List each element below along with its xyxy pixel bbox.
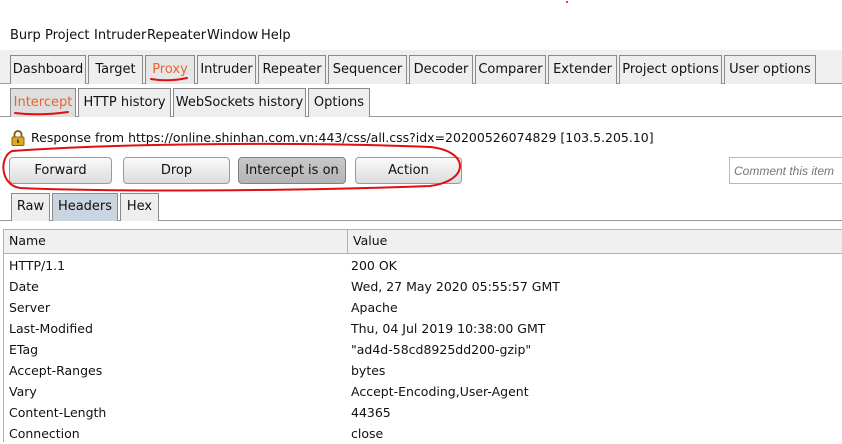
table-header: Name Value (4, 230, 842, 254)
header-name: Last-Modified (9, 321, 93, 336)
header-value: 200 OK (351, 258, 397, 273)
drop-button[interactable]: Drop (123, 157, 230, 184)
tab-decoder[interactable]: Decoder (409, 55, 473, 84)
table-row[interactable]: Accept-Ranges bytes (4, 360, 842, 381)
header-name: ETag (9, 342, 39, 357)
tab-headers[interactable]: Headers (52, 193, 118, 221)
table-row[interactable]: Content-Length 44365 (4, 402, 842, 423)
menu-intruder[interactable]: Intruder (94, 28, 146, 43)
comment-field[interactable] (729, 157, 842, 184)
header-name: Date (9, 279, 39, 294)
header-value: 44365 (351, 405, 391, 420)
tab-repeater[interactable]: Repeater (258, 55, 326, 84)
action-button[interactable]: Action (355, 157, 462, 184)
headers-table: Name Value HTTP/1.1 200 OK Date Wed, 27 … (3, 229, 842, 442)
tab-websockets-history[interactable]: WebSockets history (173, 88, 306, 117)
menu-help[interactable]: Help (261, 28, 291, 43)
table-row[interactable]: HTTP/1.1 200 OK (4, 255, 842, 276)
table-row[interactable]: Date Wed, 27 May 2020 05:55:57 GMT (4, 276, 842, 297)
header-name: Content-Length (9, 405, 107, 420)
tab-target[interactable]: Target (88, 55, 143, 84)
message-view-tabs: Raw Headers Hex (0, 193, 842, 221)
annotation-dot (566, 1, 568, 3)
table-row[interactable]: Server Apache (4, 297, 842, 318)
tab-sequencer[interactable]: Sequencer (328, 55, 407, 84)
header-name: HTTP/1.1 (9, 258, 66, 273)
header-value: Apache (351, 300, 398, 315)
table-row[interactable]: ETag "ad4d-58cd8925dd200-gzip" (4, 339, 842, 360)
tab-intercept[interactable]: Intercept (10, 88, 76, 117)
header-value: bytes (351, 363, 386, 378)
response-info: Response from https://online.shinhan.com… (31, 130, 654, 145)
intercept-toggle-button[interactable]: Intercept is on (238, 157, 346, 184)
menu-project[interactable]: Project (45, 28, 89, 43)
lock-icon (11, 130, 25, 146)
tab-extender[interactable]: Extender (548, 55, 617, 84)
menu-repeater[interactable]: Repeater (147, 28, 206, 43)
header-value: Accept-Encoding,User-Agent (351, 384, 529, 399)
menu-bar: Burp Project Intruder Repeater Window He… (0, 24, 842, 48)
header-value: close (351, 426, 384, 441)
proxy-tab-strip: Intercept HTTP history WebSockets histor… (0, 85, 842, 117)
header-name: Connection (9, 426, 80, 441)
tab-comparer[interactable]: Comparer (475, 55, 546, 84)
header-value: Wed, 27 May 2020 05:55:57 GMT (351, 279, 560, 294)
column-header-value[interactable]: Value (347, 230, 842, 253)
table-row[interactable]: Last-Modified Thu, 04 Jul 2019 10:38:00 … (4, 318, 842, 339)
header-name: Vary (9, 384, 37, 399)
tab-project-options[interactable]: Project options (619, 55, 722, 84)
menu-window[interactable]: Window (207, 28, 258, 43)
tab-options[interactable]: Options (308, 88, 370, 117)
header-name: Server (9, 300, 50, 315)
tab-user-options[interactable]: User options (724, 55, 816, 84)
header-value: Thu, 04 Jul 2019 10:38:00 GMT (351, 321, 546, 336)
main-tab-strip: Dashboard Target Proxy Intruder Repeater… (0, 50, 842, 84)
menu-burp[interactable]: Burp (10, 28, 41, 43)
tab-dashboard[interactable]: Dashboard (10, 55, 86, 84)
tab-raw[interactable]: Raw (11, 193, 50, 221)
table-row[interactable]: Vary Accept-Encoding,User-Agent (4, 381, 842, 402)
header-value: "ad4d-58cd8925dd200-gzip" (351, 342, 532, 357)
tab-http-history[interactable]: HTTP history (78, 88, 171, 117)
forward-button[interactable]: Forward (9, 157, 112, 184)
column-header-name[interactable]: Name (4, 230, 347, 253)
tab-proxy[interactable]: Proxy (145, 55, 195, 84)
header-name: Accept-Ranges (9, 363, 103, 378)
tab-intruder[interactable]: Intruder (197, 55, 256, 84)
table-row[interactable]: Connection close (4, 423, 842, 444)
tab-hex[interactable]: Hex (120, 193, 159, 221)
